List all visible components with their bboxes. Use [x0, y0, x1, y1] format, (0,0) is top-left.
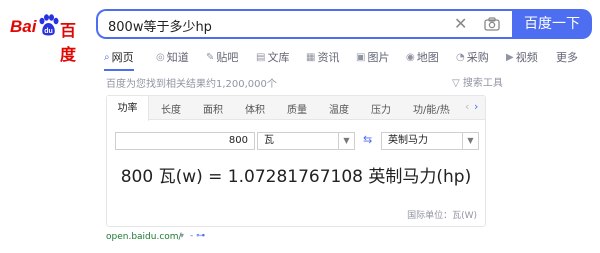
- search-box[interactable]: 800w等于多少hp ✕: [96, 9, 512, 39]
- camera-icon[interactable]: [484, 17, 500, 31]
- search-input[interactable]: 800w等于多少hp: [108, 16, 212, 35]
- converter-tab-mass[interactable]: 质量: [287, 101, 307, 116]
- value-input[interactable]: 800: [115, 132, 255, 150]
- tab-label: 网页: [111, 51, 134, 64]
- search-tools-button[interactable]: ▽ 搜索工具: [452, 74, 503, 89]
- source-extra[interactable]: - ⊶: [190, 231, 205, 241]
- tab-label: 图片: [367, 51, 390, 64]
- tab-label: 贴吧: [216, 51, 239, 64]
- to-unit-select[interactable]: 英制马力 ▼: [381, 132, 479, 150]
- tab-label: 知道: [166, 51, 189, 64]
- image-icon: ▣: [356, 51, 366, 63]
- purchase-icon: ◔: [456, 51, 465, 63]
- source-url[interactable]: open.baidu.com/: [106, 232, 182, 242]
- chevron-down-icon: ▼: [338, 133, 354, 149]
- clear-icon[interactable]: ✕: [454, 15, 467, 33]
- converter-tab-area[interactable]: 面积: [203, 101, 223, 116]
- converter-tab-length[interactable]: 长度: [161, 101, 181, 116]
- tab-label: 地图: [416, 51, 439, 64]
- tab-images[interactable]: ▣ 图片: [356, 47, 389, 67]
- tabs-next-icon[interactable]: ›: [474, 100, 478, 113]
- conversion-result: 800 瓦(w) = 1.07281767108 英制马力(hp): [120, 167, 472, 187]
- logo-text-bai: Bai: [10, 17, 37, 36]
- zhidao-icon: ◎: [156, 51, 165, 63]
- converter-tab-pressure[interactable]: 压力: [371, 101, 391, 116]
- tieba-icon: ✎: [206, 51, 215, 63]
- si-unit-note: 国际单位：瓦(W): [407, 211, 477, 221]
- converter-tab-energy[interactable]: 功/能/热: [413, 101, 450, 116]
- from-unit-label: 瓦: [264, 135, 274, 146]
- paw-icon: du: [39, 14, 59, 36]
- tab-news[interactable]: ▦ 资讯: [306, 47, 339, 67]
- baidu-logo[interactable]: Bai du 百度: [8, 12, 90, 64]
- active-tab-underline: [104, 69, 134, 71]
- tab-label: 资讯: [317, 51, 340, 64]
- unit-converter-card: 功率 长度 面积 体积 质量 温度 压力 功/能/热 ‹ › 800 瓦 ▼ ⇆…: [106, 95, 486, 227]
- converter-tab-power[interactable]: 功率: [107, 96, 149, 121]
- tabs-prev-icon[interactable]: ‹: [465, 100, 469, 113]
- tab-label: 采购: [466, 51, 489, 64]
- video-icon: ▶: [506, 51, 514, 63]
- chevron-down-icon: ▼: [462, 133, 478, 149]
- tab-wenku[interactable]: ▤ 文库: [256, 47, 289, 67]
- chevron-down-icon[interactable]: ▾: [180, 231, 184, 240]
- logo-text-cn: 百度: [60, 21, 77, 64]
- tab-label: 文库: [267, 51, 290, 64]
- to-unit-label: 英制马力: [388, 135, 428, 146]
- tab-more[interactable]: 更多: [556, 47, 578, 67]
- tab-purchase[interactable]: ◔ 采购: [456, 47, 489, 67]
- tab-label: 视频: [515, 51, 538, 64]
- document-icon: ▤: [256, 51, 266, 63]
- search-icon: ⌕: [104, 51, 110, 63]
- tab-video[interactable]: ▶ 视频: [506, 47, 538, 67]
- search-tools-label: 搜索工具: [462, 78, 503, 89]
- swap-icon[interactable]: ⇆: [363, 133, 372, 146]
- nav-tabs: ⌕ 网页 ◎ 知道 ✎ 贴吧 ▤ 文库 ▦ 资讯 ▣ 图片 ◉ 地图 ◔ 采购 ▶ 视频 更多: [100, 47, 590, 71]
- logo-text-du: du: [44, 28, 53, 35]
- tab-tieba[interactable]: ✎ 贴吧: [206, 47, 238, 67]
- converter-tab-volume[interactable]: 体积: [245, 101, 265, 116]
- filter-icon: ▽: [452, 78, 463, 89]
- tab-web[interactable]: ⌕ 网页: [104, 47, 134, 67]
- converter-tabs: 功率 长度 面积 体积 质量 温度 压力 功/能/热 ‹ ›: [107, 96, 485, 121]
- results-count: 百度为您找到相关结果约1,200,000个: [106, 79, 277, 90]
- map-icon: ◉: [406, 51, 415, 63]
- search-button[interactable]: 百度一下: [512, 9, 592, 39]
- tab-map[interactable]: ◉ 地图: [406, 47, 439, 67]
- converter-tab-temperature[interactable]: 温度: [329, 101, 349, 116]
- tab-label: 更多: [556, 51, 578, 64]
- news-icon: ▦: [306, 51, 316, 63]
- tab-zhidao[interactable]: ◎ 知道: [156, 47, 189, 67]
- from-unit-select[interactable]: 瓦 ▼: [257, 132, 355, 150]
